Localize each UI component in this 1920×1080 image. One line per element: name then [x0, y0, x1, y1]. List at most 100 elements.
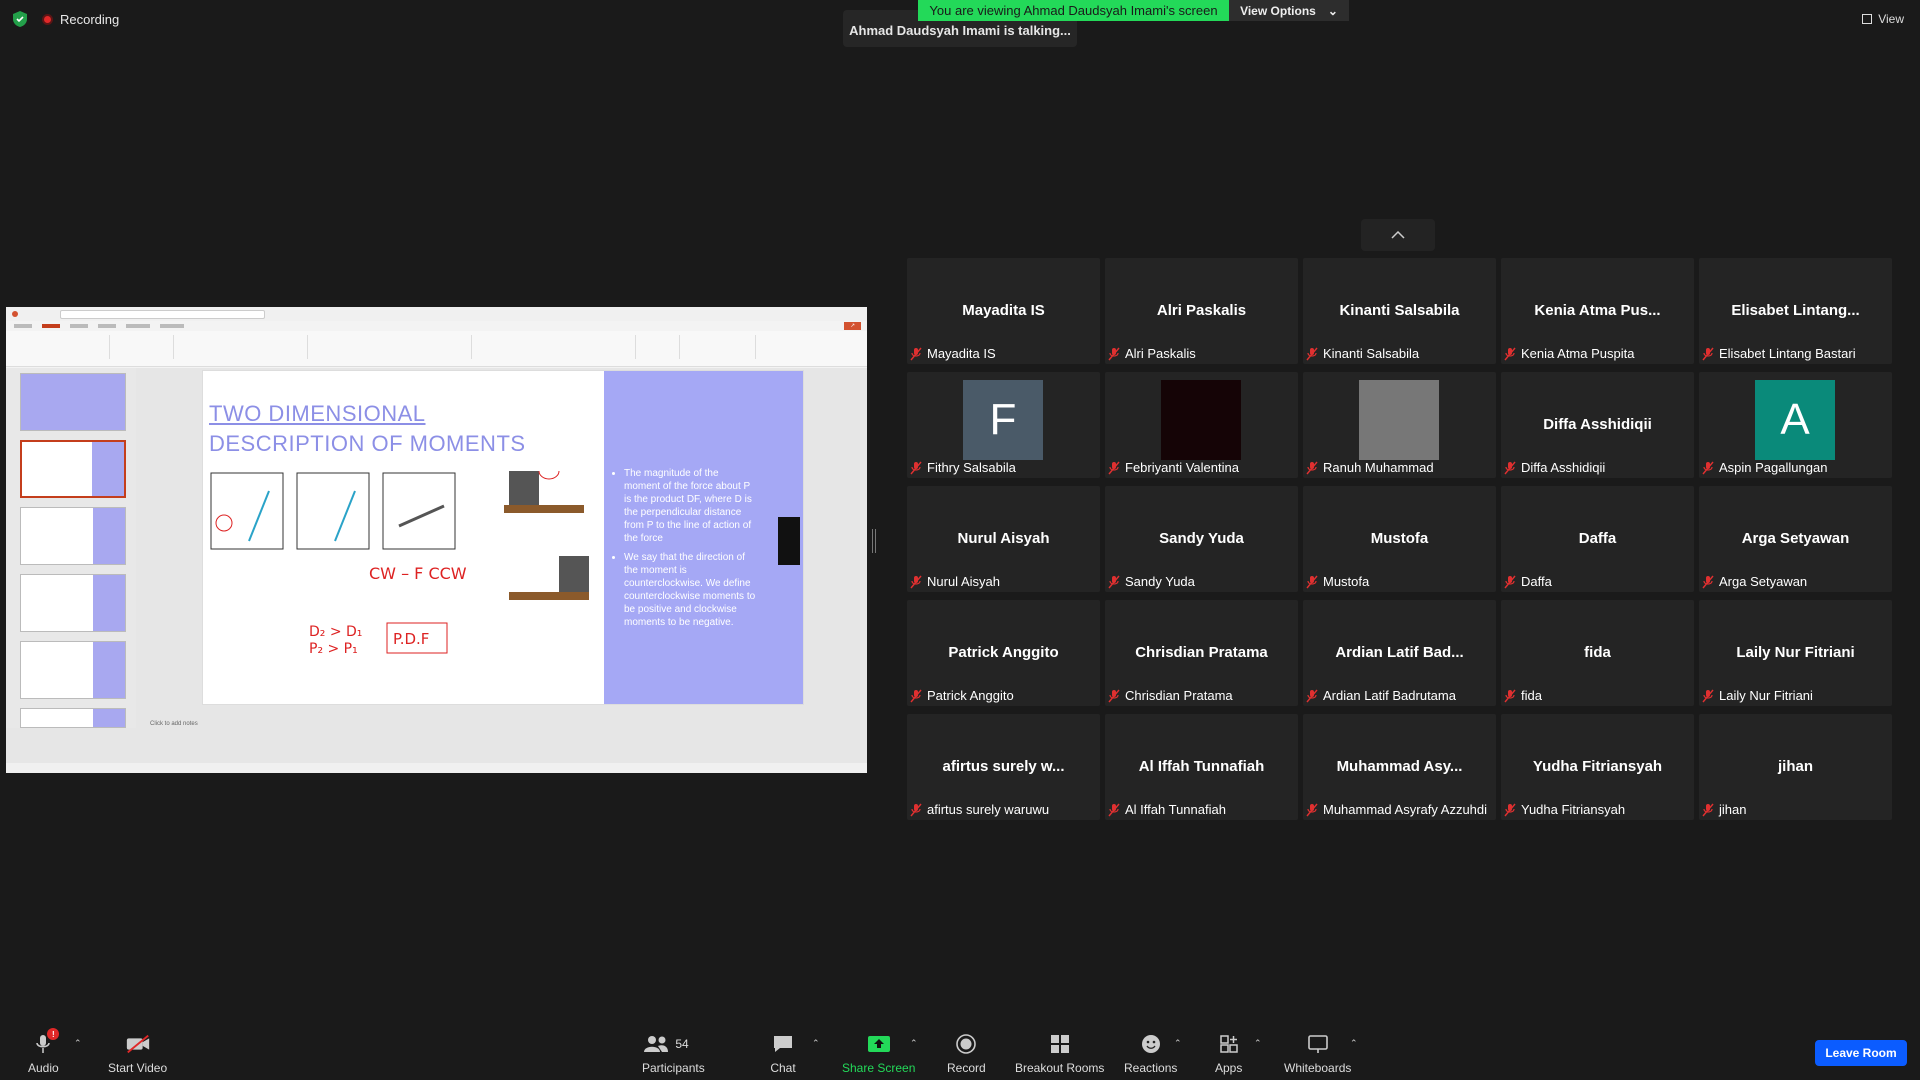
participant-display-name: afirtus surely w...	[942, 758, 1065, 775]
chat-button[interactable]: Chat	[770, 1032, 796, 1075]
participant-name-bar: Ranuh Muhammad	[1306, 460, 1434, 475]
participant-name-bar: Kinanti Salsabila	[1306, 346, 1419, 361]
participant-name-bar: Laily Nur Fitriani	[1702, 688, 1813, 703]
participant-display-name: Muhammad Asy...	[1336, 758, 1463, 775]
participant-display-name: Sandy Yuda	[1159, 530, 1244, 547]
participant-name-bar: Al Iffah Tunnafiah	[1108, 802, 1226, 817]
participant-tile[interactable]: A Aspin Pagallungan	[1699, 372, 1892, 478]
slide-title-line1: TWO DIMENSIONAL	[209, 401, 426, 426]
muted-mic-icon	[1504, 803, 1516, 816]
participant-name: Yudha Fitriansyah	[1521, 802, 1626, 817]
participant-name-bar: Mustofa	[1306, 574, 1369, 589]
slide-thumbnail	[20, 574, 126, 632]
recording-indicator[interactable]: Recording	[42, 12, 119, 27]
reactions-button[interactable]: Reactions	[1124, 1032, 1177, 1075]
participant-tile[interactable]: Kinanti Salsabila Kinanti Salsabila	[1303, 258, 1496, 364]
share-options-caret[interactable]: ⌃	[910, 1038, 918, 1049]
participant-display-name: Mayadita IS	[962, 302, 1045, 319]
muted-mic-icon	[1504, 347, 1516, 360]
whiteboards-button[interactable]: Whiteboards	[1284, 1032, 1351, 1075]
start-video-button[interactable]: Start Video	[108, 1032, 167, 1075]
muted-mic-icon	[1108, 347, 1120, 360]
talking-text: Ahmad Daudsyah Imami is talking...	[849, 23, 1071, 38]
participant-tile[interactable]: Febriyanti Valentina	[1105, 372, 1298, 478]
audio-button[interactable]: ! Audio	[28, 1028, 60, 1075]
participant-tile[interactable]: Diffa Asshidiqii Diffa Asshidiqii	[1501, 372, 1694, 478]
participant-tile[interactable]: Al Iffah Tunnafiah Al Iffah Tunnafiah	[1105, 714, 1298, 820]
participant-name-bar: Yudha Fitriansyah	[1504, 802, 1625, 817]
participant-tile[interactable]: Muhammad Asy... Muhammad Asyrafy Azzuhdi	[1303, 714, 1496, 820]
participant-tile[interactable]: Laily Nur Fitriani Laily Nur Fitriani	[1699, 600, 1892, 706]
participant-tile[interactable]: Chrisdian Pratama Chrisdian Pratama	[1105, 600, 1298, 706]
participant-tile[interactable]: Kenia Atma Pus... Kenia Atma Puspita	[1501, 258, 1694, 364]
participant-tile[interactable]: Alri Paskalis Alri Paskalis	[1105, 258, 1298, 364]
participant-display-name: Diffa Asshidiqii	[1543, 416, 1652, 433]
leave-room-button[interactable]: Leave Room	[1815, 1040, 1907, 1066]
participant-tile[interactable]: Yudha Fitriansyah Yudha Fitriansyah	[1501, 714, 1694, 820]
participant-name: jihan	[1719, 802, 1747, 817]
participant-tile[interactable]: Ranuh Muhammad	[1303, 372, 1496, 478]
muted-mic-icon	[1702, 689, 1714, 702]
participant-name: afirtus surely waruwu	[927, 802, 1050, 817]
whiteboard-icon	[1305, 1032, 1331, 1056]
participant-tile[interactable]: Sandy Yuda Sandy Yuda	[1105, 486, 1298, 592]
participant-name: Febriyanti Valentina	[1125, 460, 1239, 475]
split-view-divider[interactable]	[872, 529, 876, 553]
shared-screen[interactable]: ↗ TWO DIMENSIONAL DESCRIPTION OF MOMENTS…	[6, 307, 867, 773]
participant-name: Kenia Atma Puspita	[1521, 346, 1635, 361]
slide-thumbnail	[20, 440, 126, 498]
viewing-screen-banner: You are viewing Ahmad Daudsyah Imami's s…	[918, 0, 1229, 21]
participant-display-name: Daffa	[1578, 530, 1617, 547]
participant-tile[interactable]: fida fida	[1501, 600, 1694, 706]
muted-mic-icon	[1504, 461, 1516, 474]
participants-button[interactable]: 54 Participants	[642, 1032, 705, 1075]
chat-options-caret[interactable]: ⌃	[812, 1038, 820, 1049]
muted-mic-icon	[1702, 461, 1714, 474]
share-screen-button[interactable]: Share Screen	[842, 1032, 915, 1075]
view-layout-button[interactable]: View	[1862, 12, 1904, 26]
svg-text:P.D.F: P.D.F	[393, 630, 429, 648]
participant-tile[interactable]: Elisabet Lintang... Elisabet Lintang Bast…	[1699, 258, 1892, 364]
participant-name-bar: Elisabet Lintang Bastari	[1702, 346, 1856, 361]
participant-tile[interactable]: Mustofa Mustofa	[1303, 486, 1496, 592]
breakout-rooms-button[interactable]: Breakout Rooms	[1015, 1032, 1104, 1075]
participant-tile[interactable]: Arga Setyawan Arga Setyawan	[1699, 486, 1892, 592]
apps-button[interactable]: Apps	[1215, 1032, 1242, 1075]
participant-tile[interactable]: Ardian Latif Bad... Ardian Latif Badrutam…	[1303, 600, 1496, 706]
whiteboards-options-caret[interactable]: ⌃	[1350, 1038, 1358, 1049]
participant-tile[interactable]: Daffa Daffa	[1501, 486, 1694, 592]
participant-tile[interactable]: jihan jihan	[1699, 714, 1892, 820]
participant-name-bar: Patrick Anggito	[910, 688, 1014, 703]
participant-tile[interactable]: Mayadita IS Mayadita IS	[907, 258, 1100, 364]
participant-name: Al Iffah Tunnafiah	[1125, 802, 1226, 817]
ppt-ribbon	[6, 331, 867, 367]
record-icon	[953, 1032, 979, 1056]
participant-tile[interactable]: afirtus surely w... afirtus surely waruwu	[907, 714, 1100, 820]
participant-name: Patrick Anggito	[927, 688, 1014, 703]
muted-mic-icon	[1306, 461, 1318, 474]
participant-tile[interactable]: Nurul Aisyah Nurul Aisyah	[907, 486, 1100, 592]
participant-name: Diffa Asshidiqii	[1521, 460, 1606, 475]
security-shield-icon[interactable]	[12, 10, 28, 28]
participant-name: Mustofa	[1323, 574, 1370, 589]
audio-options-caret[interactable]: ⌃	[74, 1038, 82, 1049]
record-button[interactable]: Record	[947, 1032, 986, 1075]
muted-mic-icon	[1702, 347, 1714, 360]
participant-tile[interactable]: Patrick Anggito Patrick Anggito	[907, 600, 1100, 706]
participant-display-name: Laily Nur Fitriani	[1736, 644, 1855, 661]
view-options-button[interactable]: View Options ⌄	[1229, 0, 1349, 21]
participant-name: Elisabet Lintang Bastari	[1719, 346, 1856, 361]
muted-mic-icon	[1306, 575, 1318, 588]
apps-options-caret[interactable]: ⌃	[1254, 1038, 1262, 1049]
participant-display-name: Arga Setyawan	[1741, 530, 1850, 547]
muted-mic-icon	[910, 689, 922, 702]
participants-label: Participants	[642, 1061, 705, 1075]
collapse-gallery-button[interactable]	[1361, 219, 1435, 251]
participant-name-bar: Sandy Yuda	[1108, 574, 1195, 589]
participant-tile[interactable]: F Fithry Salsabila	[907, 372, 1100, 478]
reactions-options-caret[interactable]: ⌃	[1174, 1038, 1182, 1049]
participant-display-name: Kenia Atma Pus...	[1534, 302, 1661, 319]
muted-mic-icon	[1306, 803, 1318, 816]
muted-mic-icon	[1108, 575, 1120, 588]
svg-text:P₂ > P₁: P₂ > P₁	[309, 641, 358, 657]
